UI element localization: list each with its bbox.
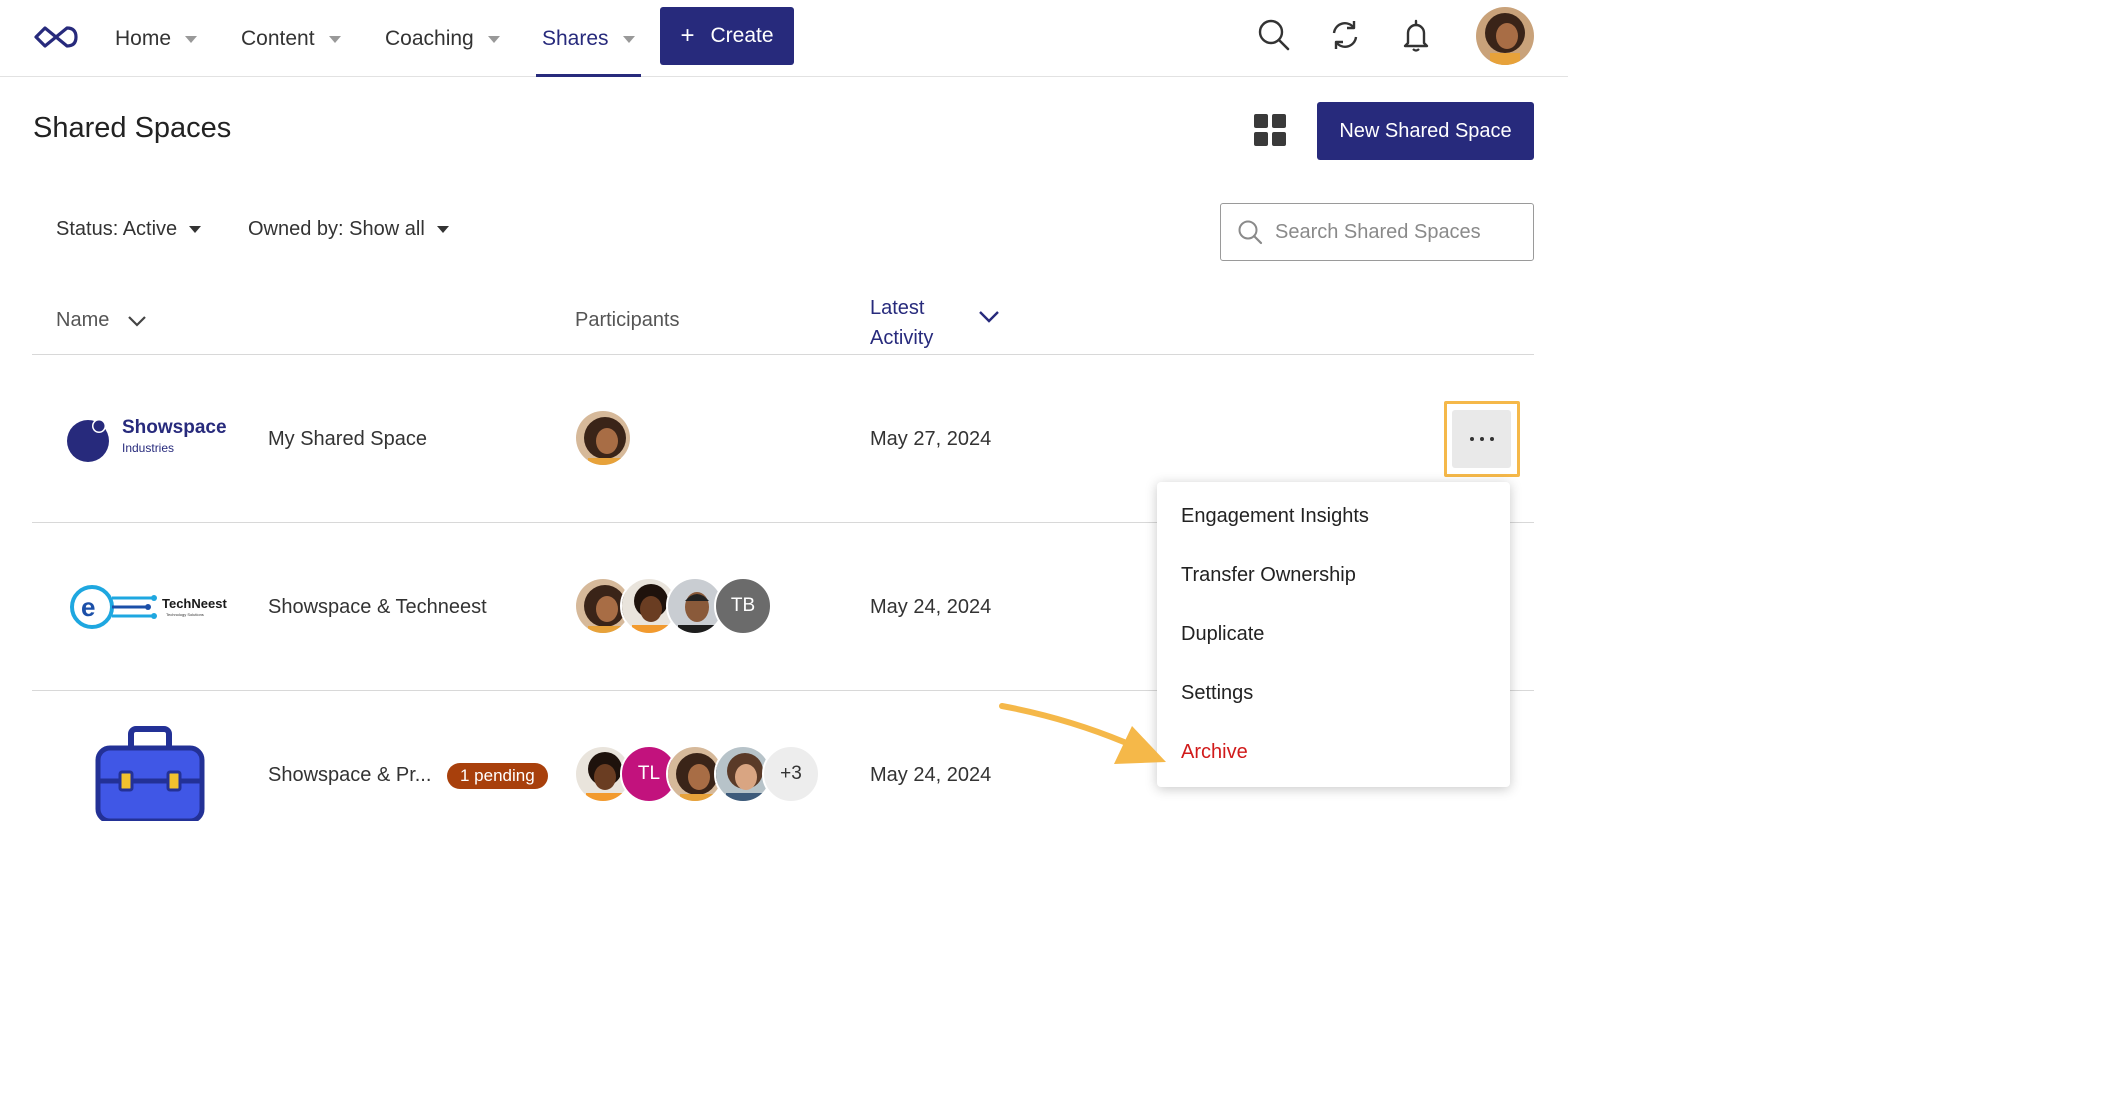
search-input[interactable]	[1275, 220, 1505, 244]
row-date: May 27, 2024	[870, 428, 992, 450]
column-name-label: Name	[56, 309, 110, 331]
column-header-name[interactable]: Name	[56, 309, 147, 332]
column-header-participants: Participants	[575, 309, 680, 331]
techneest-logo: e TechNeest Technology Solutions	[68, 582, 238, 634]
row-date: May 24, 2024	[870, 764, 992, 786]
menu-archive[interactable]: Archive	[1181, 741, 1248, 764]
logo-subtext: Technology Solutions	[166, 612, 204, 617]
showspace-logo: Showspace Industries	[66, 416, 236, 464]
new-shared-space-button[interactable]: New Shared Space	[1317, 102, 1534, 160]
more-participants-count: +3	[762, 745, 820, 803]
logo-wordmark: TechNeest	[162, 596, 227, 611]
chevron-down-icon	[622, 36, 635, 43]
callout-arrow-icon	[999, 703, 1166, 764]
techneest-mark-icon: e	[70, 585, 157, 629]
menu-engagement-insights[interactable]: Engagement Insights	[1181, 505, 1369, 528]
chevron-down-icon	[328, 36, 341, 43]
bell-icon[interactable]	[1398, 17, 1434, 53]
avatar-initials: TL	[637, 763, 661, 784]
participant-avatar-initials: TB	[714, 577, 772, 635]
create-button[interactable]: + Create	[660, 7, 794, 65]
svg-text:e: e	[81, 592, 95, 622]
showspace-mark-icon	[67, 419, 109, 462]
user-avatar[interactable]	[1476, 7, 1534, 65]
search-shared-spaces	[1220, 203, 1534, 261]
menu-duplicate[interactable]: Duplicate	[1181, 623, 1264, 646]
plus-icon: +	[680, 22, 695, 49]
latest-line-2: Activity	[870, 327, 934, 349]
column-header-latest-activity[interactable]: Latest Activity	[870, 293, 933, 353]
status-filter[interactable]: Status: Active	[56, 218, 202, 241]
owner-filter[interactable]: Owned by: Show all	[248, 218, 449, 241]
status-filter-label: Status: Active	[56, 218, 178, 240]
nav-home-label: Home	[115, 26, 172, 50]
chevron-down-icon	[128, 315, 147, 327]
chevron-down-icon	[487, 36, 500, 43]
latest-line-1: Latest	[870, 297, 925, 319]
page-title: Shared Spaces	[33, 112, 232, 144]
row-date: May 24, 2024	[870, 596, 992, 618]
menu-transfer-ownership[interactable]: Transfer Ownership	[1181, 564, 1356, 587]
nav-home[interactable]: Home	[115, 0, 198, 77]
more-options-button[interactable]	[1452, 410, 1511, 468]
chevron-down-icon	[185, 36, 198, 43]
participant-avatar	[574, 409, 632, 467]
divider	[32, 354, 1534, 355]
row-name[interactable]: Showspace & Techneest	[268, 596, 487, 619]
create-button-label: Create	[710, 24, 774, 47]
avatar-initials: TB	[730, 595, 756, 616]
search-icon	[1238, 220, 1263, 245]
row-options-menu: Engagement Insights Transfer Ownership D…	[1157, 482, 1510, 787]
logo-subtext: Industries	[122, 441, 175, 455]
nav-shares-label: Shares	[542, 26, 609, 50]
search-icon[interactable]	[1256, 17, 1292, 53]
nav-content[interactable]: Content	[241, 0, 341, 77]
sort-chevron-down-icon[interactable]	[978, 310, 1000, 324]
briefcase-icon	[95, 726, 205, 821]
nav-shares[interactable]: Shares	[536, 0, 641, 77]
menu-settings[interactable]: Settings	[1181, 682, 1253, 705]
row-name[interactable]: My Shared Space	[268, 428, 427, 451]
nav-content-label: Content	[241, 26, 315, 50]
owner-filter-label: Owned by: Show all	[248, 218, 425, 240]
nav-coaching[interactable]: Coaching	[385, 0, 500, 77]
sync-icon[interactable]	[1327, 17, 1363, 53]
row-name[interactable]: Showspace & Pr...	[268, 764, 431, 787]
more-count: +3	[780, 763, 802, 784]
nav-coaching-label: Coaching	[385, 26, 474, 50]
logo-wordmark: Showspace	[122, 417, 227, 438]
caret-down-icon	[436, 226, 449, 233]
app-logo-icon[interactable]	[32, 22, 80, 52]
caret-down-icon	[189, 226, 202, 233]
pending-badge: 1 pending	[447, 763, 548, 789]
grid-view-icon[interactable]	[1254, 114, 1286, 146]
top-nav: Home Content Coaching Shares + Create	[0, 0, 1568, 77]
